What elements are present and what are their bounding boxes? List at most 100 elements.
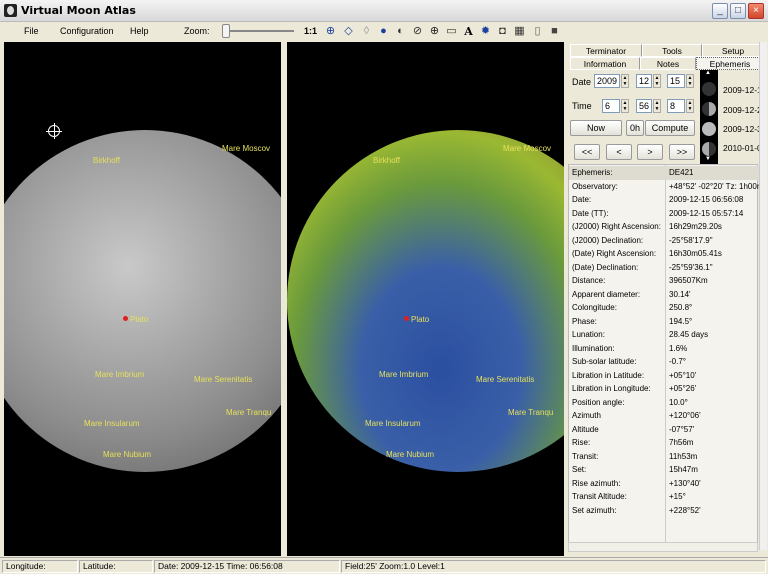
settings-gear-icon[interactable]: ✹ bbox=[479, 25, 492, 38]
moon-globe-gray bbox=[4, 130, 281, 472]
hour-spinner[interactable]: ▲ ▼ bbox=[621, 99, 629, 113]
grid-target-icon[interactable]: ⊕ bbox=[324, 25, 337, 38]
scroll-down-icon[interactable]: ▼ bbox=[705, 156, 711, 162]
flip-vertical-icon[interactable]: ◇ bbox=[342, 25, 355, 38]
nav-back-fast-button[interactable]: << bbox=[574, 144, 600, 160]
plato-marker-icon bbox=[404, 316, 409, 321]
nav-forward-button[interactable]: > bbox=[637, 144, 663, 160]
tab-setup[interactable]: Setup bbox=[702, 44, 764, 57]
ephemeris-row: Date (TT): 2009-12-15 05:57:14 bbox=[569, 207, 759, 221]
now-button[interactable]: Now bbox=[570, 120, 622, 136]
ruler-icon[interactable]: ▭ bbox=[445, 25, 458, 38]
status-latitude: Latitude: bbox=[79, 560, 153, 573]
zoom-ratio-button[interactable]: 1:1 bbox=[304, 26, 317, 36]
ephemeris-value: +15° bbox=[669, 492, 686, 501]
ephemeris-key: (Date) Right Ascension: bbox=[572, 249, 657, 258]
ephemeris-value: 396507Km bbox=[669, 276, 708, 285]
label-birkhoff: Birkhoff bbox=[93, 156, 120, 165]
ephemeris-row: Transit: 11h53m bbox=[569, 450, 759, 464]
label-mare-insularum: Mare Insularum bbox=[84, 419, 140, 428]
zero-hour-button[interactable]: 0h bbox=[626, 120, 644, 136]
right-moon-map[interactable]: Birkhoff Mare Moscov Plato Mare Imbrium … bbox=[287, 42, 564, 556]
year-spinner[interactable]: ▲ ▼ bbox=[621, 74, 629, 88]
ephemeris-row: Sub-solar latitude: -0.7° bbox=[569, 355, 759, 369]
hour-input[interactable]: 6 bbox=[602, 99, 620, 113]
label-mare-serenitatis: Mare Serenitatis bbox=[194, 375, 253, 384]
ephemeris-row: Azimuth +120°06' bbox=[569, 409, 759, 423]
ephemeris-key: Transit: bbox=[572, 451, 599, 461]
globe-grid-icon[interactable]: ⊕ bbox=[428, 25, 441, 38]
left-moon-map[interactable]: Birkhoff Mare Moscov Plato Mare Imbrium … bbox=[4, 42, 281, 556]
moon-globe-color bbox=[287, 130, 564, 472]
new-page-icon[interactable]: ▯ bbox=[531, 25, 544, 38]
ephemeris-key: (Date) Declination: bbox=[572, 262, 639, 272]
tab-terminator[interactable]: Terminator bbox=[570, 44, 642, 57]
ephemeris-key: Set: bbox=[572, 465, 587, 474]
ephemeris-key: Ephemeris: bbox=[572, 168, 613, 177]
flip-horizontal-icon[interactable]: ◊ bbox=[360, 25, 373, 38]
maximize-button[interactable]: □ bbox=[730, 3, 746, 19]
first-quarter-icon bbox=[702, 102, 716, 116]
menu-configuration[interactable]: Configuration bbox=[60, 26, 114, 36]
nav-forward-fast-button[interactable]: >> bbox=[669, 144, 695, 160]
tab-tools[interactable]: Tools bbox=[642, 44, 702, 57]
tab-ephemeris[interactable]: Ephemeris bbox=[696, 57, 764, 70]
label-mare-imbrium: Mare Imbrium bbox=[95, 370, 145, 379]
menu-file[interactable]: File bbox=[24, 26, 39, 36]
ephemeris-value: 7h56m bbox=[669, 438, 694, 447]
compute-button[interactable]: Compute bbox=[645, 120, 695, 136]
ephemeris-row: Position angle: 10.0° bbox=[569, 396, 759, 410]
ephemeris-value: 11h53m bbox=[669, 451, 698, 461]
label-birkhoff: Birkhoff bbox=[373, 156, 400, 165]
month-spinner[interactable]: ▲ ▼ bbox=[653, 74, 661, 88]
ellipse-icon[interactable]: ⊘ bbox=[411, 25, 424, 38]
zoom-slider-thumb[interactable] bbox=[222, 24, 230, 38]
ephemeris-key: (J2000) Declination: bbox=[572, 235, 644, 245]
label-mare-imbrium: Mare Imbrium bbox=[379, 370, 429, 379]
new-moon-icon bbox=[702, 82, 716, 96]
labels-icon[interactable]: A bbox=[462, 25, 475, 38]
nav-back-button[interactable]: < bbox=[606, 144, 632, 160]
second-spinner[interactable]: ▲ ▼ bbox=[686, 99, 694, 113]
tab-information[interactable]: Information bbox=[570, 57, 640, 70]
horizontal-scrollbar[interactable] bbox=[568, 542, 758, 552]
zoom-slider[interactable] bbox=[222, 30, 294, 32]
tab-notes[interactable]: Notes bbox=[640, 57, 696, 70]
globe-color-icon[interactable]: ● bbox=[377, 25, 390, 38]
minute-spinner[interactable]: ▲ ▼ bbox=[653, 99, 661, 113]
minimize-button[interactable]: _ bbox=[712, 3, 728, 19]
label-mare-nubium: Mare Nubium bbox=[386, 450, 435, 459]
phase-icon[interactable]: ◐ bbox=[394, 25, 407, 38]
ephemeris-value: -25°59'36.1" bbox=[669, 262, 713, 272]
label-plato: Plato bbox=[130, 315, 149, 324]
ephemeris-key: Lunation: bbox=[572, 330, 605, 339]
day-input[interactable]: 15 bbox=[667, 74, 685, 88]
ephemeris-value: 1.6% bbox=[669, 343, 688, 353]
year-input[interactable]: 2009 bbox=[594, 74, 620, 88]
ephemeris-key: Set azimuth: bbox=[572, 505, 617, 515]
label-mare-nubium: Mare Nubium bbox=[103, 450, 152, 459]
camera-icon[interactable]: ◘ bbox=[496, 25, 509, 38]
ephemeris-value: 30.14' bbox=[669, 289, 691, 299]
phase-strip[interactable]: ▲ ▼ bbox=[700, 70, 718, 164]
ephemeris-row: Lunation: 28.45 days bbox=[569, 328, 759, 342]
ephemeris-key: Libration in Latitude: bbox=[572, 370, 645, 380]
date-label: Date bbox=[572, 77, 592, 87]
vertical-scrollbar[interactable] bbox=[759, 42, 767, 550]
day-spinner[interactable]: ▲ ▼ bbox=[686, 74, 694, 88]
full-moon-icon bbox=[702, 122, 716, 136]
second-input[interactable]: 8 bbox=[667, 99, 685, 113]
menu-help[interactable]: Help bbox=[130, 26, 149, 36]
minute-input[interactable]: 56 bbox=[636, 99, 652, 113]
scroll-up-icon[interactable]: ▲ bbox=[705, 70, 711, 76]
fullscreen-icon[interactable]: ■ bbox=[548, 25, 561, 38]
label-mare-moscov: Mare Moscov bbox=[503, 144, 552, 153]
close-button[interactable]: × bbox=[748, 3, 764, 19]
ephemeris-value: -07°57' bbox=[669, 424, 695, 434]
ephemeris-row: (J2000) Right Ascension: 16h29m29.20s bbox=[569, 220, 759, 234]
app-moon-icon bbox=[4, 4, 17, 17]
month-input[interactable]: 12 bbox=[636, 74, 652, 88]
label-mare-tranquillitatis: Mare Tranqu bbox=[508, 408, 554, 417]
ephemeris-row: Distance: 396507Km bbox=[569, 274, 759, 288]
calendar-icon[interactable]: ▦ bbox=[513, 25, 526, 38]
